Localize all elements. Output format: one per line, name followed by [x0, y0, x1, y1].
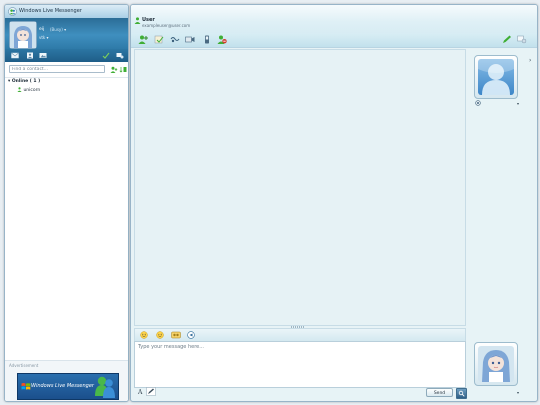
format-toolbar: [134, 328, 466, 342]
personal-message-text: vtk: [39, 35, 46, 40]
group-label: Online ( 1 ): [11, 79, 41, 84]
photos-icon[interactable]: [39, 52, 47, 59]
search-input[interactable]: [9, 65, 105, 73]
voice-clip-icon[interactable]: [187, 331, 195, 339]
messenger-logo-icon: [8, 7, 17, 16]
ad-banner-text: Windows Live Messenger: [31, 383, 94, 389]
own-display-picture[interactable]: [474, 342, 518, 386]
contact-email: exampleuser@user.com: [142, 23, 191, 28]
search-button[interactable]: [456, 388, 467, 399]
ad-label: Advertisement: [9, 363, 39, 368]
contact-item[interactable]: unicorn: [17, 87, 40, 93]
chevron-down-icon: ▾: [64, 27, 67, 32]
presence-online-icon: [17, 87, 22, 92]
group-header-online[interactable]: ▾ Online ( 1 ): [8, 79, 40, 84]
personal-message[interactable]: vtk ▾: [39, 35, 49, 40]
options-icon[interactable]: [116, 52, 124, 59]
wink-icon[interactable]: [156, 331, 164, 339]
send-button[interactable]: Send: [426, 388, 453, 397]
contact-name: unicorn: [23, 88, 41, 93]
conversation-window: User exampleuser@user.com Type your mess…: [130, 4, 538, 402]
chevron-down-icon: ▾: [46, 35, 49, 40]
call-icon[interactable]: [185, 35, 195, 44]
chevron-down-icon: ▾: [8, 79, 11, 84]
advertisement-area: Advertisement Windows Live Messenger: [5, 360, 128, 401]
status-text: (Busy): [50, 27, 63, 32]
sort-contacts-icon[interactable]: [119, 66, 127, 73]
chevron-down-icon[interactable]: ▾: [517, 390, 519, 395]
search-bar: [5, 62, 128, 78]
ad-banner[interactable]: Windows Live Messenger: [17, 373, 119, 400]
quick-toolbar: [5, 49, 128, 62]
phone-icon[interactable]: [202, 35, 212, 44]
default-avatar-icon: [478, 59, 514, 95]
contacts-icon[interactable]: [26, 52, 34, 59]
message-input[interactable]: [138, 344, 460, 382]
options-icon[interactable]: [517, 35, 527, 44]
nudge-icon[interactable]: [171, 331, 181, 339]
video-call-icon[interactable]: [170, 35, 180, 44]
presence-online-icon: [134, 17, 141, 24]
status-selector[interactable]: (Busy) ▾: [50, 27, 66, 32]
font-button[interactable]: A: [138, 389, 142, 396]
webcam-icon[interactable]: [475, 100, 481, 106]
display-name[interactable]: eij: [39, 27, 44, 32]
invite-icon[interactable]: [138, 35, 148, 44]
contact-display-picture[interactable]: [474, 55, 518, 99]
mail-icon[interactable]: [11, 52, 19, 59]
send-files-icon[interactable]: [154, 35, 164, 44]
avatar-picture-icon: [10, 22, 36, 48]
block-icon[interactable]: [217, 35, 227, 44]
handwriting-icon[interactable]: [146, 387, 156, 396]
display-picture-panel: ▾ ▾: [467, 49, 537, 401]
check-icon[interactable]: [102, 52, 110, 59]
avatar-picture-icon: [478, 346, 514, 382]
add-contact-icon[interactable]: [110, 66, 118, 73]
emoticon-icon[interactable]: [140, 331, 148, 339]
conversation-history[interactable]: [134, 49, 466, 326]
chevron-down-icon[interactable]: ▾: [517, 101, 519, 106]
pen-icon[interactable]: [502, 35, 512, 44]
avatar[interactable]: [9, 21, 37, 49]
messenger-buddies-icon: [95, 376, 115, 398]
contact-list-window: Windows Live Messenger eij (Busy) ▾ vtk …: [4, 4, 129, 402]
windows-flag-icon: [21, 383, 31, 390]
chevron-right-icon[interactable]: ›: [529, 57, 531, 64]
user-header: eij (Busy) ▾ vtk ▾: [5, 18, 128, 49]
window-title: Windows Live Messenger: [19, 8, 82, 14]
search-icon: [458, 390, 465, 397]
compose-area: [134, 341, 466, 388]
titlebar: Windows Live Messenger: [5, 5, 128, 18]
